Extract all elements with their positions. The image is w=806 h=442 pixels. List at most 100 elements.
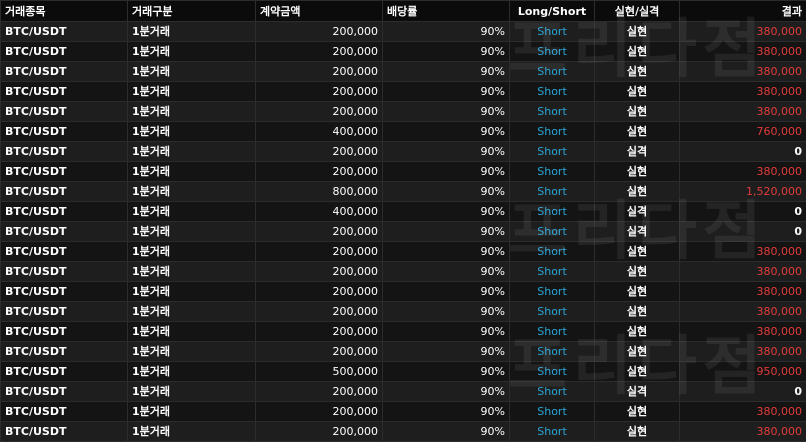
payout-rate-cell: 90% [383,342,510,362]
contract-amount-cell: 200,000 [256,402,383,422]
column-header-result: 결과 [680,1,806,22]
long-short-cell: Short [510,142,595,162]
symbol-cell: BTC/USDT [1,342,128,362]
trade-type-cell: 1분거래 [128,62,256,82]
table-row: BTC/USDT1분거래200,00090%Short실현380,000 [1,22,806,42]
table-row: BTC/USDT1분거래200,00090%Short실현380,000 [1,322,806,342]
payout-rate-cell: 90% [383,222,510,242]
status-cell: 실현 [595,342,680,362]
payout-rate-cell: 90% [383,22,510,42]
trade-type-cell: 1분거래 [128,362,256,382]
contract-amount-cell: 200,000 [256,222,383,242]
symbol-cell: BTC/USDT [1,142,128,162]
payout-rate-cell: 90% [383,182,510,202]
trade-type-cell: 1분거래 [128,22,256,42]
trade-type-cell: 1분거래 [128,262,256,282]
column-header-payout-rate: 배당률 [383,1,510,22]
long-short-cell: Short [510,242,595,262]
table-row: BTC/USDT1분거래800,00090%Short실현1,520,000 [1,182,806,202]
symbol-cell: BTC/USDT [1,242,128,262]
symbol-cell: BTC/USDT [1,182,128,202]
result-cell: 380,000 [680,162,806,182]
long-short-cell: Short [510,382,595,402]
trade-type-cell: 1분거래 [128,342,256,362]
status-cell: 실현 [595,42,680,62]
trade-type-cell: 1분거래 [128,82,256,102]
symbol-cell: BTC/USDT [1,362,128,382]
trade-type-cell: 1분거래 [128,122,256,142]
long-short-cell: Short [510,162,595,182]
payout-rate-cell: 90% [383,302,510,322]
table-row: BTC/USDT1분거래200,00090%Short실격0 [1,382,806,402]
result-cell: 0 [680,142,806,162]
column-header-symbol: 거래종목 [1,1,128,22]
symbol-cell: BTC/USDT [1,262,128,282]
table-row: BTC/USDT1분거래200,00090%Short실현380,000 [1,42,806,62]
symbol-cell: BTC/USDT [1,302,128,322]
payout-rate-cell: 90% [383,422,510,442]
table-row: BTC/USDT1분거래200,00090%Short실격0 [1,142,806,162]
status-cell: 실현 [595,302,680,322]
status-cell: 실현 [595,282,680,302]
long-short-cell: Short [510,122,595,142]
payout-rate-cell: 90% [383,42,510,62]
status-cell: 실격 [595,382,680,402]
table-header: 거래종목 거래구분 계약금액 배당률 Long/Short 실현/실격 결과 [1,1,806,22]
trade-type-cell: 1분거래 [128,382,256,402]
contract-amount-cell: 200,000 [256,142,383,162]
trade-type-cell: 1분거래 [128,242,256,262]
result-cell: 380,000 [680,402,806,422]
symbol-cell: BTC/USDT [1,402,128,422]
long-short-cell: Short [510,102,595,122]
trade-type-cell: 1분거래 [128,282,256,302]
header-row: 거래종목 거래구분 계약금액 배당률 Long/Short 실현/실격 결과 [1,1,806,22]
contract-amount-cell: 200,000 [256,322,383,342]
result-cell: 380,000 [680,282,806,302]
contract-amount-cell: 200,000 [256,162,383,182]
payout-rate-cell: 90% [383,322,510,342]
status-cell: 실현 [595,402,680,422]
status-cell: 실현 [595,262,680,282]
contract-amount-cell: 200,000 [256,42,383,62]
column-header-contract-amount: 계약금액 [256,1,383,22]
contract-amount-cell: 200,000 [256,302,383,322]
long-short-cell: Short [510,42,595,62]
long-short-cell: Short [510,222,595,242]
payout-rate-cell: 90% [383,142,510,162]
column-header-status: 실현/실격 [595,1,680,22]
long-short-cell: Short [510,82,595,102]
status-cell: 실현 [595,82,680,102]
payout-rate-cell: 90% [383,282,510,302]
payout-rate-cell: 90% [383,402,510,422]
symbol-cell: BTC/USDT [1,22,128,42]
payout-rate-cell: 90% [383,262,510,282]
table-row: BTC/USDT1분거래200,00090%Short실현380,000 [1,282,806,302]
payout-rate-cell: 90% [383,102,510,122]
symbol-cell: BTC/USDT [1,422,128,442]
result-cell: 0 [680,382,806,402]
long-short-cell: Short [510,62,595,82]
result-cell: 380,000 [680,422,806,442]
symbol-cell: BTC/USDT [1,382,128,402]
trade-type-cell: 1분거래 [128,162,256,182]
symbol-cell: BTC/USDT [1,322,128,342]
result-cell: 0 [680,222,806,242]
long-short-cell: Short [510,182,595,202]
long-short-cell: Short [510,322,595,342]
trade-type-cell: 1분거래 [128,222,256,242]
table-row: BTC/USDT1분거래200,00090%Short실현380,000 [1,62,806,82]
long-short-cell: Short [510,422,595,442]
status-cell: 실현 [595,322,680,342]
result-cell: 380,000 [680,242,806,262]
trade-type-cell: 1분거래 [128,182,256,202]
contract-amount-cell: 400,000 [256,122,383,142]
result-cell: 380,000 [680,82,806,102]
result-cell: 380,000 [680,42,806,62]
status-cell: 실격 [595,222,680,242]
result-cell: 380,000 [680,302,806,322]
status-cell: 실현 [595,422,680,442]
table-row: BTC/USDT1분거래200,00090%Short실현380,000 [1,302,806,322]
table-row: BTC/USDT1분거래200,00090%Short실격0 [1,222,806,242]
table-row: BTC/USDT1분거래200,00090%Short실현380,000 [1,82,806,102]
status-cell: 실현 [595,102,680,122]
